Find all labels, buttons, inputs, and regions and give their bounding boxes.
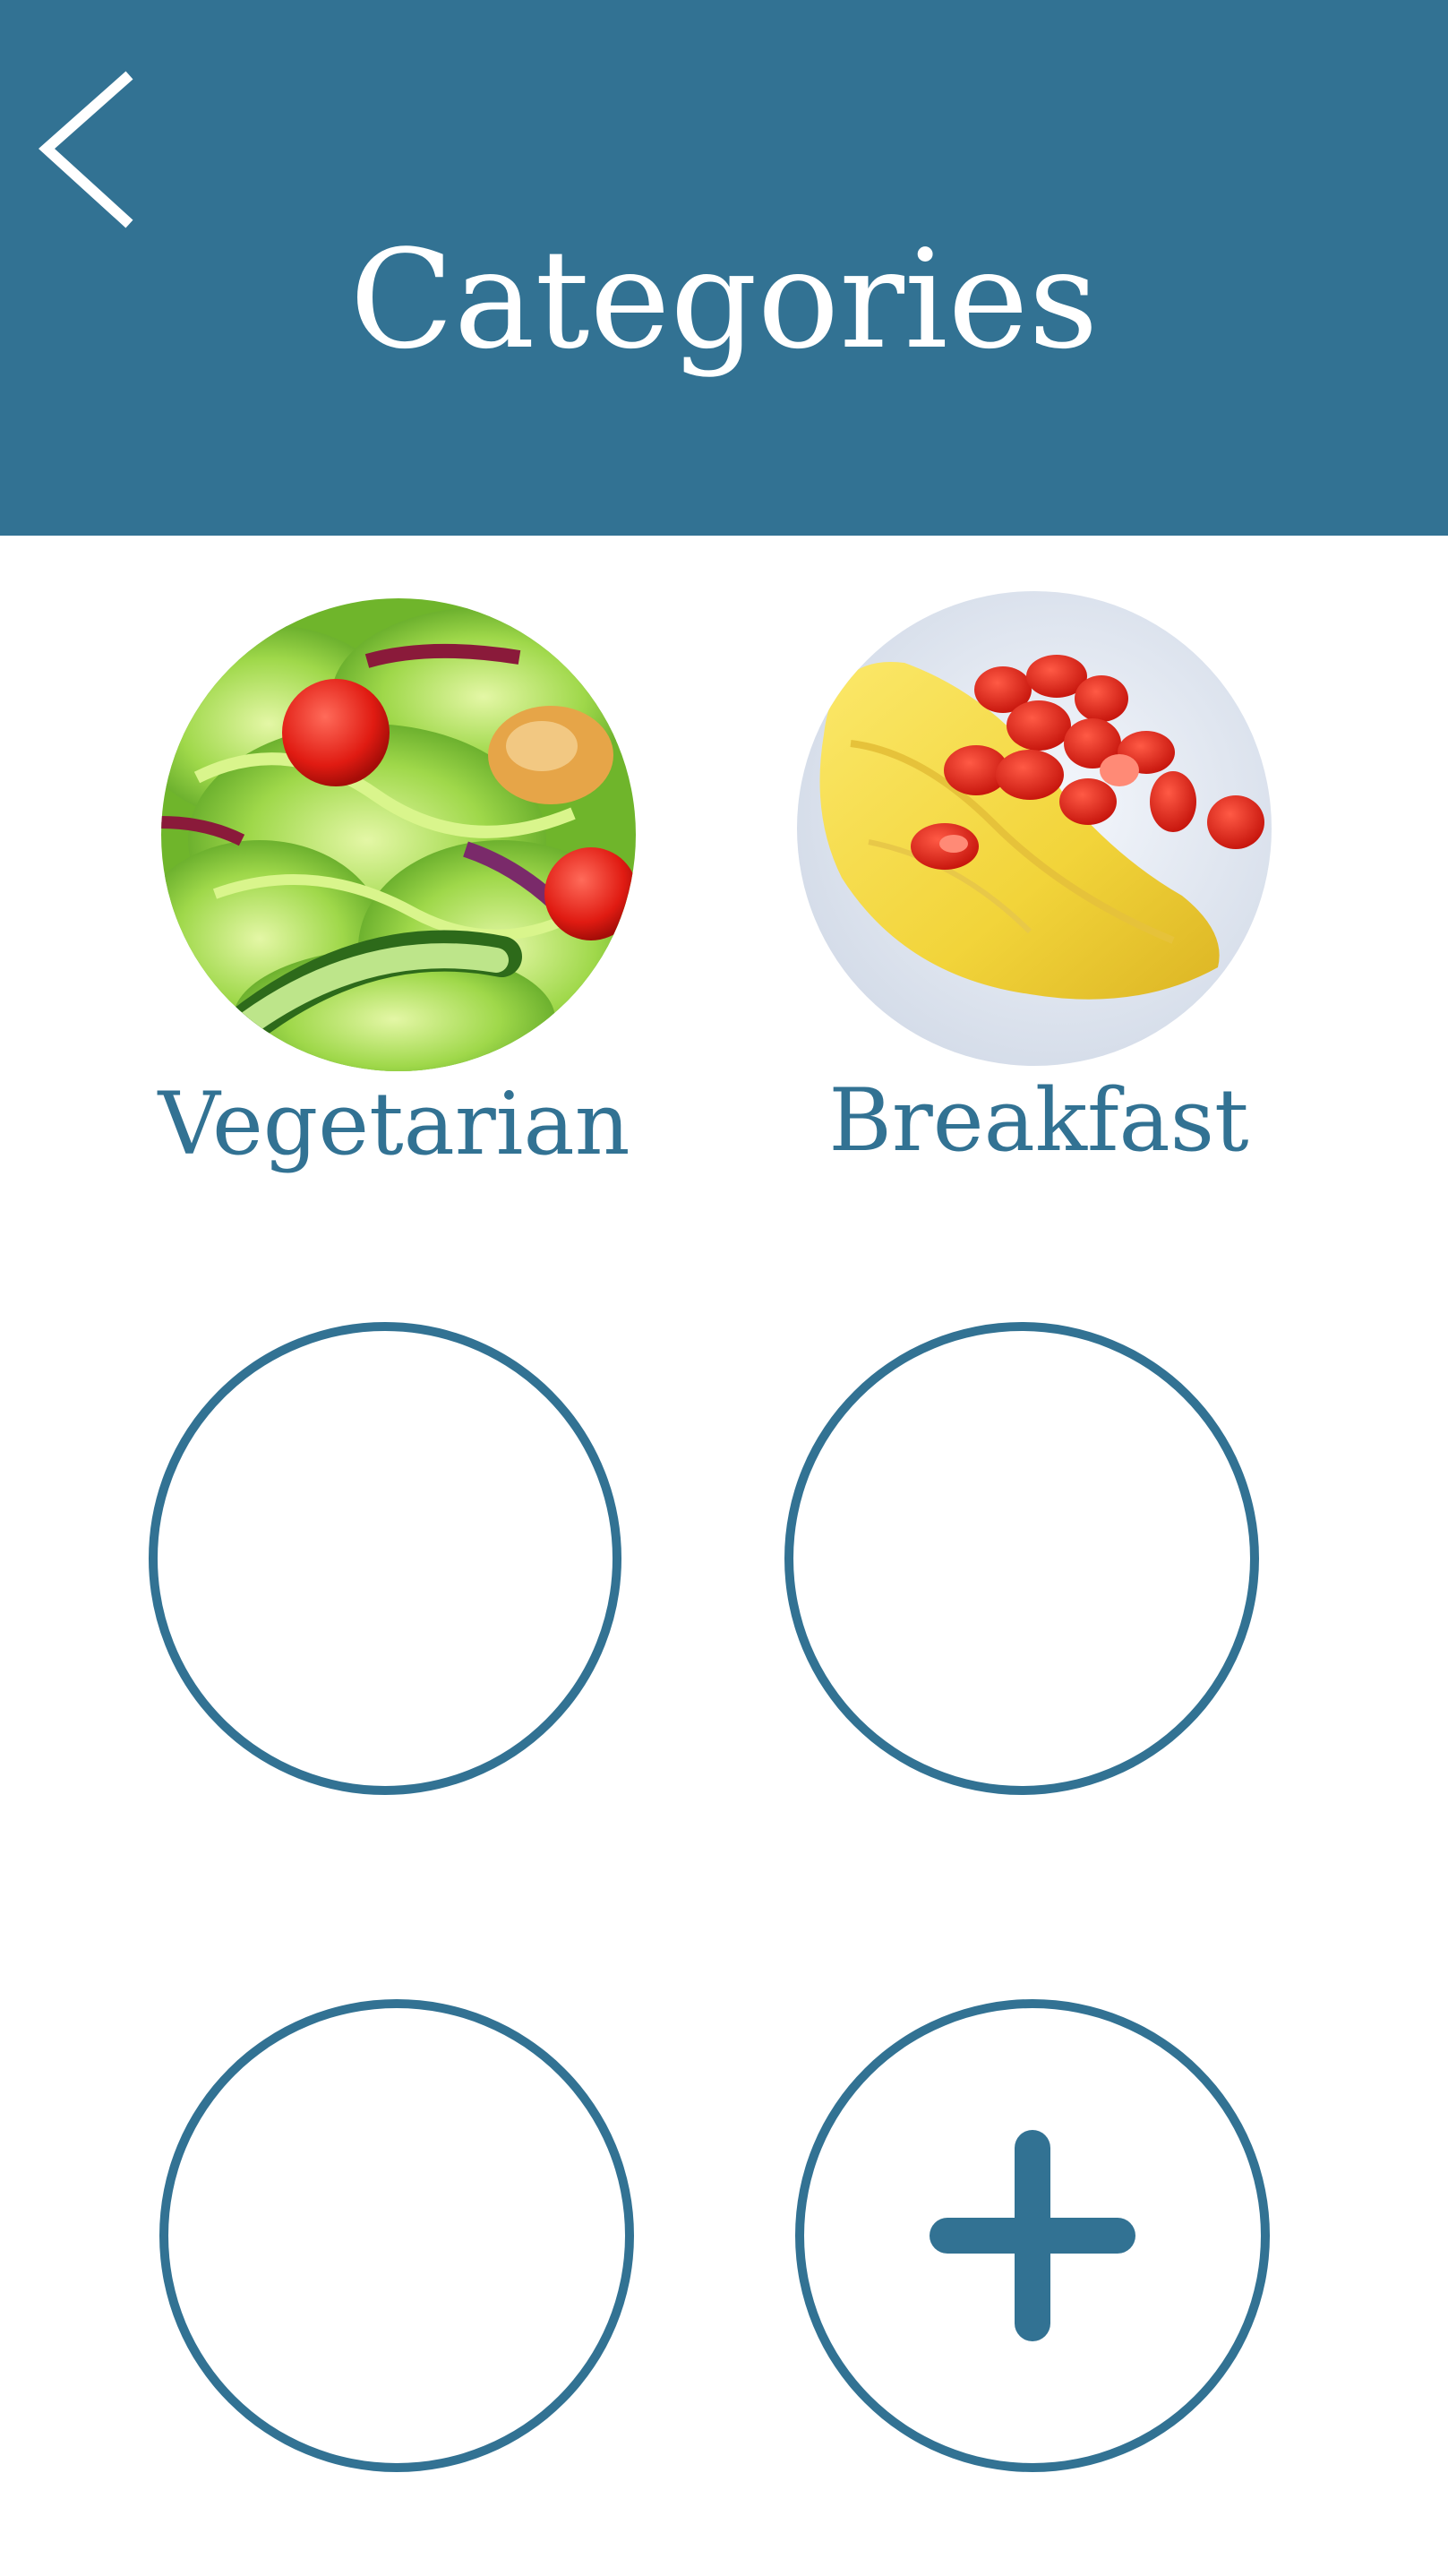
category-image-salad: [161, 598, 636, 1071]
category-breakfast[interactable]: Breakfast: [797, 591, 1281, 1182]
empty-category-slot[interactable]: [149, 1322, 621, 1795]
category-image-omelette: [797, 591, 1272, 1066]
category-label: Vegetarian: [158, 1074, 630, 1174]
chevron-left-icon: [39, 71, 133, 228]
empty-category-slot[interactable]: [784, 1322, 1259, 1795]
category-label: Breakfast: [828, 1070, 1249, 1171]
back-button[interactable]: [27, 63, 152, 242]
empty-category-slot[interactable]: [159, 1999, 634, 2472]
add-category-button[interactable]: [795, 1999, 1270, 2472]
plus-icon: [930, 2130, 1135, 2341]
app-header: Categories: [0, 0, 1448, 536]
category-vegetarian[interactable]: Vegetarian: [158, 598, 645, 1189]
page-title: Categories: [349, 220, 1099, 379]
